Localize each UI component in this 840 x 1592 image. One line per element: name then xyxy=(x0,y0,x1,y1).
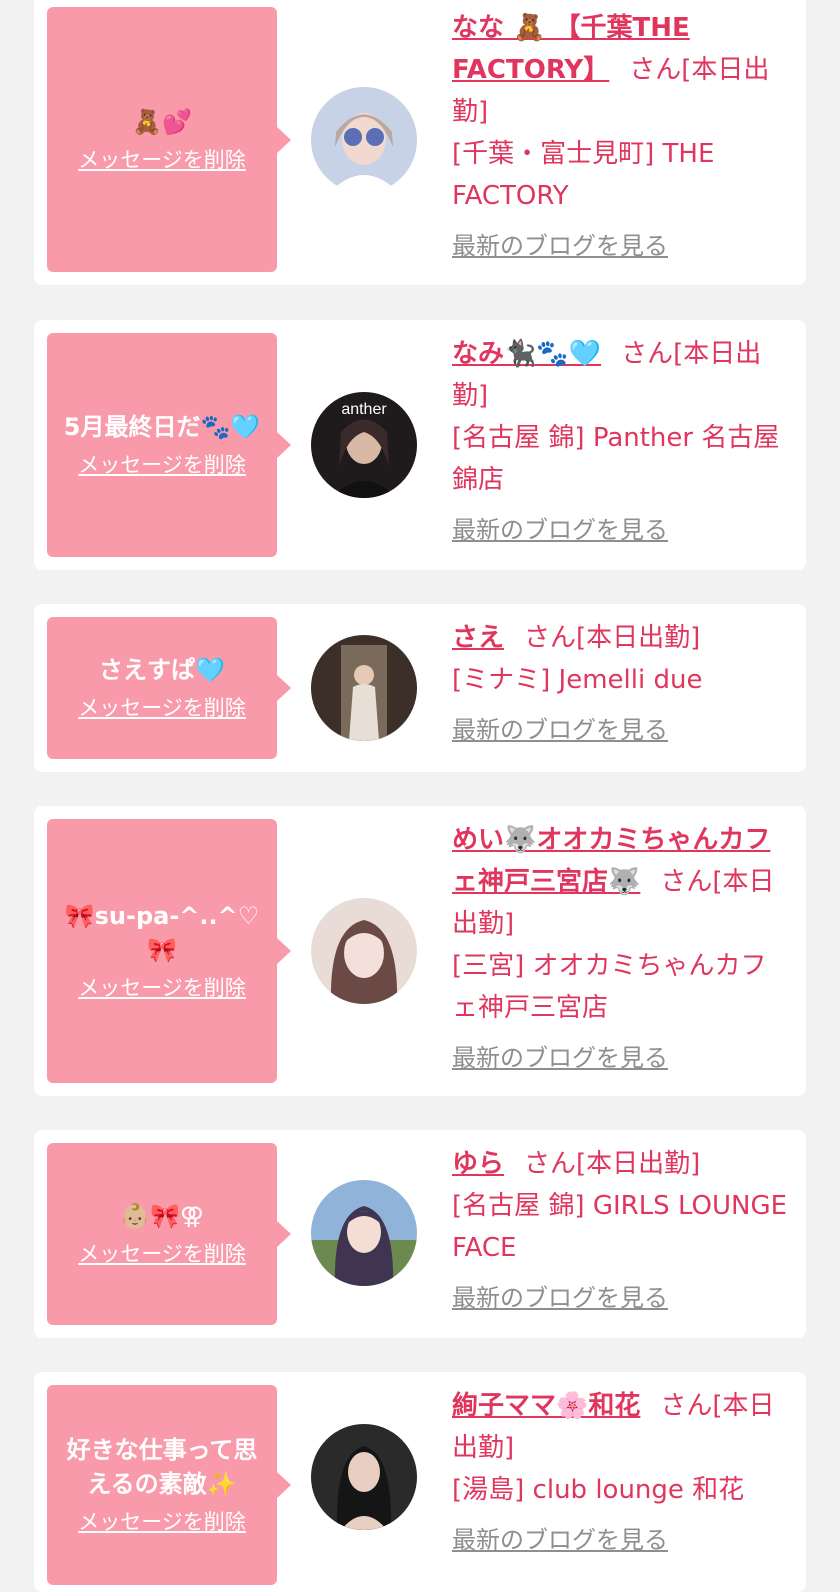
shop-info: [湯島] club lounge 和花 xyxy=(452,1475,745,1505)
delete-message-link[interactable]: メッセージを削除 xyxy=(78,1239,246,1269)
avatar[interactable] xyxy=(311,635,417,741)
message-card: 🧸💕 メッセージを削除 なな 🧸 【千葉THE FACTORY】 さん[本日出勤]… xyxy=(34,0,806,285)
message-bubble: 🧸💕 メッセージを削除 xyxy=(47,7,291,272)
message-text: 🎀su-pa-^..^♡🎀 xyxy=(64,902,260,964)
cast-name-link[interactable]: ゆら xyxy=(452,1149,504,1179)
message-card: 5月最終日だ🐾🩵 メッセージを削除 anther なみ🐈‍⬛🐾🩵 さん[本日出勤]… xyxy=(34,320,806,570)
message-text: 5月最終日だ🐾🩵 xyxy=(63,413,261,441)
blog-link[interactable]: 最新のブログを見る xyxy=(452,1277,792,1319)
blog-link[interactable]: 最新のブログを見る xyxy=(452,509,792,551)
delete-message-link[interactable]: メッセージを削除 xyxy=(78,1507,246,1537)
delete-message-link[interactable]: メッセージを削除 xyxy=(78,973,246,1003)
avatar[interactable] xyxy=(311,87,417,193)
avatar[interactable]: anther xyxy=(311,392,417,498)
shop-info: [千葉・富士見町] THE FACTORY xyxy=(452,139,715,211)
avatar[interactable] xyxy=(311,898,417,1004)
message-bubble: 好きな仕事って思えるの素敵✨ メッセージを削除 xyxy=(47,1385,291,1585)
shop-info: [三宮] オオカミちゃんカフェ神戸三宮店 xyxy=(452,951,767,1023)
cast-name-link[interactable]: さえ xyxy=(452,623,504,653)
cast-info: さえ さん[本日出勤] [ミナミ] Jemelli due 最新のブログを見る xyxy=(452,617,792,751)
message-text: 好きな仕事って思えるの素敵✨ xyxy=(66,1436,258,1498)
cast-info: なな 🧸 【千葉THE FACTORY】 さん[本日出勤] [千葉・富士見町] T… xyxy=(452,7,792,267)
message-text: 🧸💕 xyxy=(132,107,192,136)
blog-link[interactable]: 最新のブログを見る xyxy=(452,709,792,751)
avatar-image xyxy=(311,87,417,193)
honorific-status: さん[本日出勤] xyxy=(524,623,701,653)
avatar-image xyxy=(311,1180,417,1286)
blog-link[interactable]: 最新のブログを見る xyxy=(452,1037,792,1079)
message-list: 🧸💕 メッセージを削除 なな 🧸 【千葉THE FACTORY】 さん[本日出勤]… xyxy=(0,0,840,1592)
shop-info: [名古屋 錦] GIRLS LOUNGE FACE xyxy=(452,1191,788,1263)
avatar-image xyxy=(311,635,417,741)
cast-info: ゆら さん[本日出勤] [名古屋 錦] GIRLS LOUNGE FACE 最新の… xyxy=(452,1143,792,1319)
message-card: 好きな仕事って思えるの素敵✨ メッセージを削除 絢子ママ🌸和花 さん[本日出勤] … xyxy=(34,1372,806,1592)
message-card: さえすぱ🩵 メッセージを削除 さえ さん[本日出勤] [ミナミ] Jemelli … xyxy=(34,604,806,772)
avatar-image: anther xyxy=(311,392,417,498)
message-card: 👶🏼🎀⚢ メッセージを削除 ゆら さん[本日出勤] [名古屋 錦] GIRLS L… xyxy=(34,1130,806,1338)
blog-link[interactable]: 最新のブログを見る xyxy=(452,225,792,267)
message-bubble: 👶🏼🎀⚢ メッセージを削除 xyxy=(47,1143,291,1325)
message-bubble: さえすぱ🩵 メッセージを削除 xyxy=(47,617,291,759)
message-bubble: 5月最終日だ🐾🩵 メッセージを削除 xyxy=(47,333,291,557)
cast-info: 絢子ママ🌸和花 さん[本日出勤] [湯島] club lounge 和花 最新のブ… xyxy=(452,1385,792,1561)
blog-link[interactable]: 最新のブログを見る xyxy=(452,1519,792,1561)
avatar-image xyxy=(311,898,417,1004)
message-text: さえすぱ🩵 xyxy=(99,656,225,684)
message-bubble: 🎀su-pa-^..^♡🎀 メッセージを削除 xyxy=(47,819,291,1083)
shop-info: [名古屋 錦] Panther 名古屋錦店 xyxy=(452,423,780,495)
cast-info: なみ🐈‍⬛🐾🩵 さん[本日出勤] [名古屋 錦] Panther 名古屋錦店 最新… xyxy=(452,333,792,551)
message-card: 🎀su-pa-^..^♡🎀 メッセージを削除 めい🐺オオカミちゃんカフェ神戸三宮… xyxy=(34,806,806,1096)
avatar-image xyxy=(311,1424,417,1530)
cast-name-link[interactable]: なみ🐈‍⬛🐾🩵 xyxy=(452,339,601,369)
shop-info: [ミナミ] Jemelli due xyxy=(452,665,703,695)
avatar[interactable] xyxy=(311,1180,417,1286)
svg-text:anther: anther xyxy=(341,401,387,418)
honorific-status: さん[本日出勤] xyxy=(524,1149,701,1179)
message-text: 👶🏼🎀⚢ xyxy=(120,1202,204,1230)
delete-message-link[interactable]: メッセージを削除 xyxy=(78,693,246,723)
cast-name-link[interactable]: 絢子ママ🌸和花 xyxy=(452,1391,640,1421)
delete-message-link[interactable]: メッセージを削除 xyxy=(78,145,246,175)
avatar[interactable] xyxy=(311,1424,417,1530)
delete-message-link[interactable]: メッセージを削除 xyxy=(78,450,246,480)
cast-info: めい🐺オオカミちゃんカフェ神戸三宮店🐺 さん[本日出勤] [三宮] オオカミちゃん… xyxy=(452,819,792,1079)
